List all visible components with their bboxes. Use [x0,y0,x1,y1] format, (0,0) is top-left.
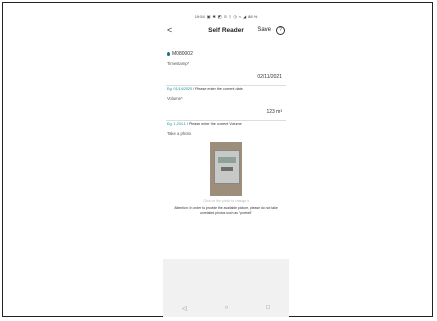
timestamp-hint-example: Eg. 01/14/2020 [167,87,193,91]
sim-icon: ▣ [206,13,211,19]
water-drop-icon [167,52,170,56]
photo-icon: ◩ [217,13,222,19]
nav-home-icon[interactable]: ○ [225,305,229,311]
alarm-icon: ◷ [233,13,237,19]
nav-back-icon[interactable]: ◁ [182,305,187,312]
status-time: 19:54 [194,13,205,19]
nav-recent-icon[interactable]: □ [266,305,270,311]
meter-photo[interactable] [210,142,242,196]
settings-icon: ✱ [212,13,216,19]
take-photo-label: Take a photo [167,131,191,136]
status-icons: ▣ ✱ ◩ ⊙ ᛒ ◷ ≈ ◢ [207,14,246,19]
meter-dial-image [221,167,233,171]
volume-hint-text: / Please enter the current Volume [185,122,242,126]
battery-level: 88 % [248,13,258,19]
volume-field[interactable]: 123 m³ [166,104,286,121]
timestamp-hint: Eg. 01/14/2020 / Please enter the curren… [167,87,289,91]
volume-label: Volume* [167,96,183,101]
meter-id: M080002 [172,51,193,57]
footer-area: ◁ ○ □ [163,259,289,317]
timestamp-value: 02/11/2021 [257,74,282,80]
help-icon[interactable]: ? [276,25,285,35]
navigation-bar: ◁ ○ □ [163,299,289,317]
timestamp-hint-text: / Please enter the current date. [192,87,244,91]
meter-id-row: M080002 [167,51,289,57]
volume-hint-example: Eg. 1,234.1 [167,122,186,126]
status-bar: 19:54 ▣ ✱ ◩ ⊙ ᛒ ◷ ≈ ◢ 88 % [163,11,289,21]
screenshot-frame: 19:54 ▣ ✱ ◩ ⊙ ᛒ ◷ ≈ ◢ 88 % < Self Reader… [2,2,433,317]
timestamp-label: Timestamp* [167,61,190,66]
meter-screen-image [218,157,236,163]
lock-icon: ⊙ [223,13,227,19]
meter-device-image [214,150,240,184]
wifi-icon: ≈ [238,13,242,19]
phone-screen: 19:54 ▣ ✱ ◩ ⊙ ᛒ ◷ ≈ ◢ 88 % < Self Reader… [163,11,289,317]
timestamp-field[interactable]: 02/11/2021 [166,69,286,86]
signal-icon: ◢ [243,13,247,19]
volume-value: 123 m³ [266,109,282,115]
app-bar: < Self Reader Save ? [163,21,289,39]
photo-caption: Click on the photo to change it [203,199,249,203]
volume-hint: Eg. 1,234.1 / Please enter the current V… [167,122,289,126]
attention-note: Attention: In order to provide the avail… [174,206,278,215]
bluetooth-icon: ᛒ [228,13,232,19]
save-button[interactable]: Save [257,27,271,33]
